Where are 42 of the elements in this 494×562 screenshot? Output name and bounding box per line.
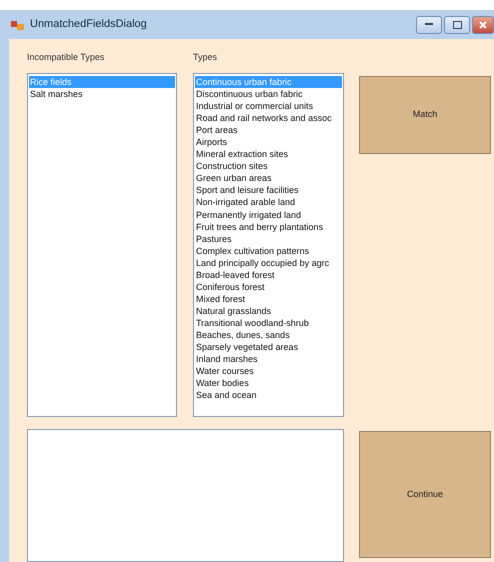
types-list[interactable]: [193, 73, 344, 417]
list-item[interactable]: Coniferous forest: [195, 280, 342, 293]
continue-button[interactable]: Continue: [359, 431, 491, 558]
list-item[interactable]: Sport and leisure facilities: [195, 184, 342, 196]
incompatible-types-list[interactable]: Rice fields Salt marshes: [27, 73, 177, 417]
text-area[interactable]: [27, 429, 344, 562]
list-item[interactable]: Construction sites: [195, 160, 342, 172]
list-item[interactable]: Port areas: [195, 124, 342, 136]
maximize-icon: [452, 20, 462, 28]
list-item[interactable]: Inland marshes: [195, 353, 342, 366]
window-title: UnmatchedFieldsDialog: [30, 17, 147, 32]
list-item[interactable]: Transitional woodland-shrub: [195, 316, 342, 329]
minimize-icon: [425, 23, 433, 26]
list-item[interactable]: Discontinuous urban fabric: [195, 88, 342, 100]
list-item[interactable]: Beaches, dunes, sands: [195, 328, 342, 342]
list-item[interactable]: Natural grasslands: [195, 304, 342, 317]
list-item[interactable]: Complex cultivation patterns: [195, 244, 342, 257]
list-item[interactable]: Green urban areas: [195, 172, 342, 184]
list-item[interactable]: Fruit trees and berry plantations: [195, 220, 342, 233]
minimize-button[interactable]: [416, 16, 442, 34]
list-item[interactable]: Mixed forest: [195, 292, 342, 305]
list-item[interactable]: Road and rail networks and assoc: [195, 112, 342, 124]
app-icon: [11, 18, 25, 30]
list-item[interactable]: Broad-leaved forest: [195, 268, 342, 281]
list-item[interactable]: Non-irrigated arable land: [195, 196, 342, 209]
list-label: Types: [193, 51, 218, 64]
list-label: Incompatible Types: [27, 51, 106, 64]
list-item[interactable]: Water bodies: [195, 377, 342, 390]
list-item[interactable]: Industrial or commercial units: [195, 100, 342, 112]
list-item[interactable]: Water courses: [195, 365, 342, 378]
list-item[interactable]: Sparsely vegetated areas: [195, 341, 342, 354]
list-item[interactable]: Permanently irrigated land: [195, 208, 342, 221]
match-button[interactable]: Match: [359, 76, 491, 154]
list-item[interactable]: Sea and ocean: [195, 389, 342, 402]
close-icon: [479, 20, 487, 28]
close-button[interactable]: [472, 16, 494, 34]
list-item[interactable]: Pastures: [195, 232, 342, 245]
list-item[interactable]: Mineral extraction sites: [195, 148, 342, 160]
list-item[interactable]: Airports: [195, 136, 342, 148]
list-item[interactable]: Land principally occupied by agrc: [195, 256, 342, 269]
list-item[interactable]: Salt marshes: [29, 88, 175, 100]
maximize-button[interactable]: [444, 16, 470, 34]
